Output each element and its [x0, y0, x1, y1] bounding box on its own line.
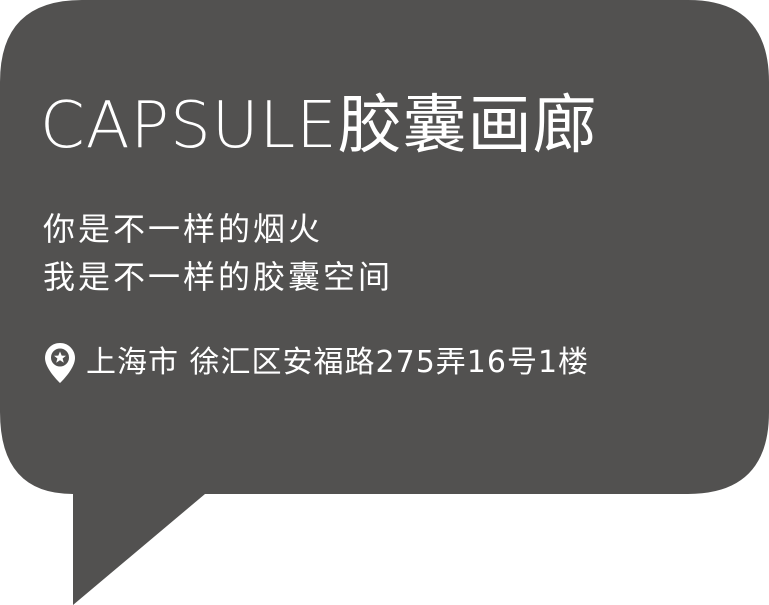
slogan-line-1: 你是不一样的烟火 [43, 210, 324, 248]
location-pin-star-icon [45, 343, 75, 383]
slogan: 你是不一样的烟火 我是不一样的胶囊空间 [43, 205, 393, 301]
address-text: 上海市 徐汇区安福路275弄16号1楼 [86, 345, 590, 380]
gallery-title: CAPSULE胶囊画廊 [40, 89, 598, 163]
slogan-line-2: 我是不一样的胶囊空间 [43, 258, 394, 296]
speech-bubble: CAPSULE胶囊画廊 你是不一样的烟火 我是不一样的胶囊空间 上海市 徐汇区安… [0, 0, 769, 605]
address-row: 上海市 徐汇区安福路275弄16号1楼 [44, 342, 589, 384]
